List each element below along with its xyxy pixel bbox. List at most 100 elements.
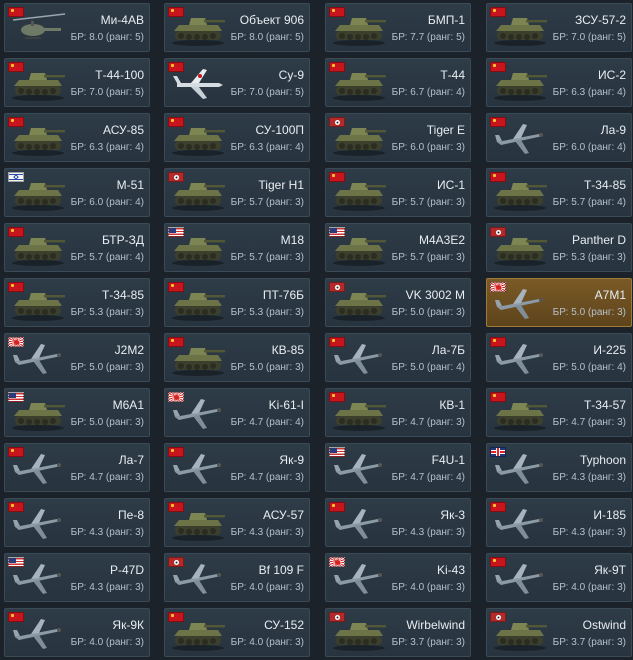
vehicle-card[interactable]: J2M2 БР: 5.0 (ранг: 3) <box>4 333 150 382</box>
vehicle-card[interactable]: Т-34-57 БР: 4.7 (ранг: 3) <box>486 388 632 437</box>
vehicle-name: ПТ-76Б <box>262 288 304 302</box>
vehicle-card[interactable]: АСУ-57 БР: 4.3 (ранг: 3) <box>164 498 310 547</box>
vehicle-card[interactable]: Bf 109 F БР: 4.0 (ранг: 3) <box>164 553 310 602</box>
battle-rating: БР: 5.7 (ранг: 3) <box>230 252 304 263</box>
vehicle-card[interactable]: ПТ-76Б БР: 5.3 (ранг: 3) <box>164 278 310 327</box>
vehicle-card[interactable]: Т-44 БР: 6.7 (ранг: 4) <box>325 58 471 107</box>
vehicle-card[interactable]: Typhoon БР: 4.3 (ранг: 3) <box>486 443 632 492</box>
vehicle-card[interactable]: Ла-7 БР: 4.7 (ранг: 3) <box>4 443 150 492</box>
germany-flag-icon <box>329 282 345 292</box>
vehicle-card[interactable]: Як-9Т БР: 4.0 (ранг: 3) <box>486 553 632 602</box>
vehicle-card[interactable]: Ostwind БР: 3.7 (ранг: 3) <box>486 608 632 657</box>
vehicle-name: Ми-4АВ <box>100 13 144 27</box>
vehicle-name: ИС-2 <box>598 68 626 82</box>
ussr-flag-icon <box>490 392 506 402</box>
vehicle-card[interactable]: Ла-7Б БР: 5.0 (ранг: 4) <box>325 333 471 382</box>
battle-rating: БР: 5.7 (ранг: 3) <box>391 197 465 208</box>
battle-rating: БР: 4.3 (ранг: 3) <box>230 527 304 538</box>
japan-flag-icon <box>168 392 184 402</box>
vehicle-card[interactable]: Пе-8 БР: 4.3 (ранг: 3) <box>4 498 150 547</box>
vehicle-card[interactable]: Ми-4АВ БР: 8.0 (ранг: 5) <box>4 3 150 52</box>
vehicle-card[interactable]: P-47D БР: 4.3 (ранг: 3) <box>4 553 150 602</box>
vehicle-card[interactable]: Ki-43 БР: 4.0 (ранг: 3) <box>325 553 471 602</box>
vehicle-name: ИС-1 <box>437 178 465 192</box>
vehicle-name: M-51 <box>116 178 144 192</box>
japan-flag-icon <box>8 337 24 347</box>
vehicle-card[interactable]: И-185 БР: 4.3 (ранг: 3) <box>486 498 632 547</box>
ussr-flag-icon <box>168 447 184 457</box>
germany-flag-icon <box>168 557 184 567</box>
ussr-flag-icon <box>8 447 24 457</box>
ussr-flag-icon <box>490 557 506 567</box>
vehicle-card[interactable]: СУ-152 БР: 4.0 (ранг: 3) <box>164 608 310 657</box>
vehicle-card[interactable]: Ла-9 БР: 6.0 (ранг: 4) <box>486 113 632 162</box>
vehicle-card[interactable]: VK 3002 M БР: 5.0 (ранг: 3) <box>325 278 471 327</box>
usa-flag-icon <box>8 392 24 402</box>
battle-rating: БР: 5.3 (ранг: 3) <box>552 252 626 263</box>
ussr-flag-icon <box>490 62 506 72</box>
vehicle-card[interactable]: АСУ-85 БР: 6.3 (ранг: 4) <box>4 113 150 162</box>
vehicle-card[interactable]: Як-9К БР: 4.0 (ранг: 3) <box>4 608 150 657</box>
vehicle-name: Tiger E <box>426 123 465 137</box>
battle-rating: БР: 4.7 (ранг: 4) <box>391 472 465 483</box>
battle-rating: БР: 8.0 (ранг: 5) <box>230 32 304 43</box>
vehicle-name: Су-9 <box>278 68 304 82</box>
vehicle-name: A7M1 <box>594 288 626 302</box>
vehicle-card[interactable]: ИС-1 БР: 5.7 (ранг: 3) <box>325 168 471 217</box>
vehicle-card[interactable]: Т-34-85 БР: 5.7 (ранг: 4) <box>486 168 632 217</box>
vehicle-card[interactable]: A7M1 БР: 5.0 (ранг: 3) <box>486 278 632 327</box>
vehicle-card[interactable]: Wirbelwind БР: 3.7 (ранг: 3) <box>325 608 471 657</box>
battle-rating: БР: 5.0 (ранг: 4) <box>391 362 465 373</box>
ussr-flag-icon <box>490 7 506 17</box>
battle-rating: БР: 6.7 (ранг: 4) <box>391 87 465 98</box>
vehicle-card[interactable]: ЗСУ-57-2 БР: 7.0 (ранг: 5) <box>486 3 632 52</box>
vehicle-name: Ла-7 <box>118 453 144 467</box>
vehicle-card[interactable]: M-51 БР: 6.0 (ранг: 4) <box>4 168 150 217</box>
battle-rating: БР: 4.0 (ранг: 3) <box>230 582 304 593</box>
ussr-flag-icon <box>168 62 184 72</box>
israel-flag-icon <box>8 172 24 182</box>
battle-rating: БР: 5.7 (ранг: 3) <box>230 197 304 208</box>
battle-rating: БР: 4.3 (ранг: 3) <box>552 472 626 483</box>
vehicle-card[interactable]: Т-44-100 БР: 7.0 (ранг: 5) <box>4 58 150 107</box>
vehicle-card[interactable]: КВ-85 БР: 5.0 (ранг: 3) <box>164 333 310 382</box>
vehicle-card[interactable]: Як-9 БР: 4.7 (ранг: 3) <box>164 443 310 492</box>
vehicle-card[interactable]: Су-9 БР: 7.0 (ранг: 5) <box>164 58 310 107</box>
vehicle-name: M4A3E2 <box>418 233 465 247</box>
battle-rating: БР: 4.3 (ранг: 3) <box>391 527 465 538</box>
vehicle-card[interactable]: СУ-100П БР: 6.3 (ранг: 4) <box>164 113 310 162</box>
battle-rating: БР: 4.7 (ранг: 3) <box>230 472 304 483</box>
vehicle-card[interactable]: Tiger H1 БР: 5.7 (ранг: 3) <box>164 168 310 217</box>
ussr-flag-icon <box>8 7 24 17</box>
britain-flag-icon <box>490 447 506 457</box>
vehicle-card[interactable]: ИС-2 БР: 6.3 (ранг: 4) <box>486 58 632 107</box>
vehicle-name: Объект 906 <box>239 13 304 27</box>
ussr-flag-icon <box>329 7 345 17</box>
vehicle-card[interactable]: Panther D БР: 5.3 (ранг: 3) <box>486 223 632 272</box>
vehicle-name: Пе-8 <box>118 508 144 522</box>
germany-flag-icon <box>329 117 345 127</box>
vehicle-name: VK 3002 M <box>405 288 465 302</box>
battle-rating: БР: 7.7 (ранг: 5) <box>391 32 465 43</box>
vehicle-card[interactable]: F4U-1 БР: 4.7 (ранг: 4) <box>325 443 471 492</box>
vehicle-card[interactable]: Т-34-85 БР: 5.3 (ранг: 3) <box>4 278 150 327</box>
vehicle-card[interactable]: Объект 906 БР: 8.0 (ранг: 5) <box>164 3 310 52</box>
ussr-flag-icon <box>168 117 184 127</box>
ussr-flag-icon <box>8 282 24 292</box>
vehicle-card[interactable]: И-225 БР: 5.0 (ранг: 4) <box>486 333 632 382</box>
battle-rating: БР: 3.7 (ранг: 3) <box>391 637 465 648</box>
vehicle-card[interactable]: КВ-1 БР: 4.7 (ранг: 3) <box>325 388 471 437</box>
vehicle-grid: Ми-4АВ БР: 8.0 (ранг: 5) Объект 906 БР: 8.… <box>0 0 633 660</box>
battle-rating: БР: 5.0 (ранг: 3) <box>70 417 144 428</box>
vehicle-card[interactable]: Як-3 БР: 4.3 (ранг: 3) <box>325 498 471 547</box>
vehicle-card[interactable]: M4A3E2 БР: 5.7 (ранг: 3) <box>325 223 471 272</box>
usa-flag-icon <box>168 227 184 237</box>
vehicle-name: КВ-1 <box>439 398 465 412</box>
vehicle-card[interactable]: Ki-61-I БР: 4.7 (ранг: 4) <box>164 388 310 437</box>
vehicle-name: Як-9Т <box>594 563 626 577</box>
vehicle-card[interactable]: M6A1 БР: 5.0 (ранг: 3) <box>4 388 150 437</box>
vehicle-card[interactable]: БМП-1 БР: 7.7 (ранг: 5) <box>325 3 471 52</box>
vehicle-card[interactable]: БТР-ЗД БР: 5.7 (ранг: 4) <box>4 223 150 272</box>
vehicle-card[interactable]: M18 БР: 5.7 (ранг: 3) <box>164 223 310 272</box>
vehicle-card[interactable]: Tiger E БР: 6.0 (ранг: 3) <box>325 113 471 162</box>
